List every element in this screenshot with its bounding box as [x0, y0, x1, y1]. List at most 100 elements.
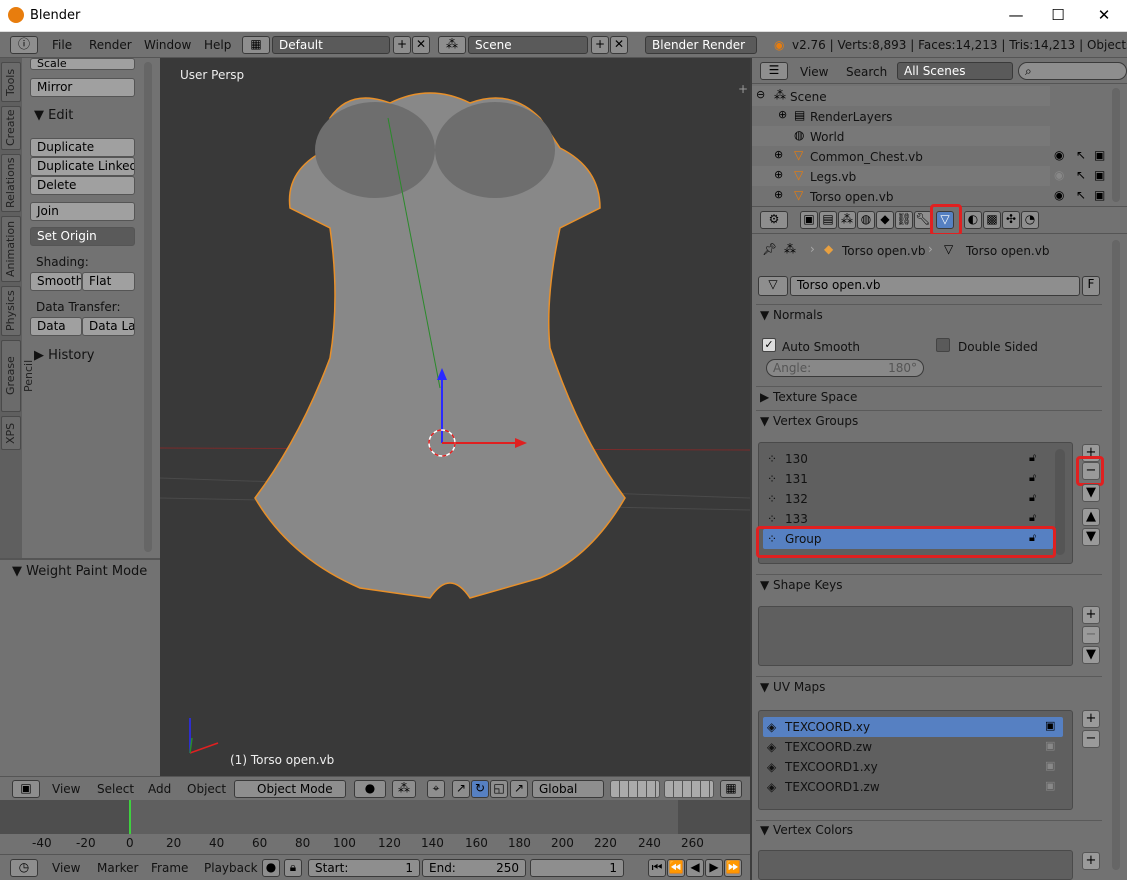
- end-frame-field[interactable]: End: 250: [422, 859, 526, 877]
- add-scene-icon[interactable]: +: [591, 36, 609, 54]
- vertex-group-row[interactable]: ⁘ 130: [763, 449, 1053, 469]
- visibility-eye-icon[interactable]: ◉: [1054, 148, 1064, 162]
- tab-relations[interactable]: Relations: [1, 154, 21, 212]
- current-frame-field[interactable]: 1: [530, 859, 624, 877]
- render-camera-icon[interactable]: ▣: [1045, 719, 1055, 732]
- remove-scene-icon[interactable]: ✕: [610, 36, 628, 54]
- lock-icon[interactable]: 🔓︎: [1029, 491, 1036, 505]
- history-panel-title[interactable]: ▶ History: [34, 348, 94, 363]
- expand-icon[interactable]: ⊕: [774, 188, 783, 201]
- angle-field[interactable]: Angle: 180°: [766, 359, 924, 377]
- flat-button[interactable]: Flat: [82, 272, 135, 291]
- display-mode-select[interactable]: All Scenes: [897, 62, 1013, 80]
- material-tab-icon[interactable]: ◐: [964, 211, 982, 229]
- menu-help[interactable]: Help: [204, 38, 231, 52]
- scene-icon[interactable]: ⁂: [438, 36, 466, 54]
- tl-menu-view[interactable]: View: [52, 861, 80, 875]
- maximize-button[interactable]: ☐: [1035, 0, 1081, 31]
- add-layout-icon[interactable]: +: [393, 36, 411, 54]
- duplicate-linked-button[interactable]: Duplicate Linked: [30, 157, 135, 176]
- render-camera-icon[interactable]: ▣: [1045, 759, 1055, 772]
- add-vertex-color-button[interactable]: +: [1082, 852, 1100, 870]
- editor-type-timeline-icon[interactable]: ◷: [10, 859, 38, 877]
- editor-type-properties-icon[interactable]: ⚙: [760, 211, 788, 229]
- render-tab-icon[interactable]: ▣: [800, 211, 818, 229]
- join-button[interactable]: Join: [30, 202, 135, 221]
- tab-physics[interactable]: Physics: [1, 286, 21, 336]
- add-shape-key-button[interactable]: +: [1082, 606, 1100, 624]
- scene-field[interactable]: Scene: [468, 36, 588, 54]
- orientation-select[interactable]: Global: [532, 780, 604, 798]
- move-up-icon[interactable]: ▲: [1082, 508, 1100, 526]
- texture-tab-icon[interactable]: ▩: [983, 211, 1001, 229]
- edit-panel-title[interactable]: ▼ Edit: [34, 108, 73, 123]
- duplicate-button[interactable]: Duplicate: [30, 138, 135, 157]
- pivot-icon[interactable]: ⁂: [392, 780, 416, 798]
- outliner-menu-view[interactable]: View: [800, 65, 828, 79]
- world-tab-icon[interactable]: ◍: [857, 211, 875, 229]
- scale-icon[interactable]: ◱: [490, 780, 508, 798]
- mirror-button[interactable]: Mirror: [30, 78, 135, 97]
- visibility-eye-icon[interactable]: ◉: [1054, 188, 1064, 202]
- lock-icon[interactable]: 🔓︎: [1029, 471, 1036, 485]
- timeline[interactable]: -40 -20 0 20 40 60 80 100 120 140 160 18…: [0, 800, 750, 854]
- tab-create[interactable]: Create: [1, 106, 21, 150]
- jump-start-icon[interactable]: ⏮: [648, 859, 666, 877]
- outliner-row-scene[interactable]: ⊖ ⁂ Scene: [752, 86, 1050, 106]
- minimize-button[interactable]: —: [993, 0, 1039, 31]
- menu-file[interactable]: File: [52, 38, 72, 52]
- shape-key-specials-icon[interactable]: ▼: [1082, 646, 1100, 664]
- data-transfer-button[interactable]: Data: [30, 317, 82, 336]
- rotate-icon[interactable]: ↻: [471, 780, 489, 798]
- remove-shape-key-button[interactable]: −: [1082, 626, 1100, 644]
- outliner-search-input[interactable]: ⌕: [1018, 62, 1127, 80]
- start-frame-field[interactable]: Start: 1: [308, 859, 420, 877]
- vertex-colors-panel-title[interactable]: ▼ Vertex Colors: [760, 823, 853, 837]
- layout-field[interactable]: Default: [272, 36, 390, 54]
- shading-mode-icon[interactable]: ●: [354, 780, 386, 798]
- vp-menu-select[interactable]: Select: [97, 782, 134, 796]
- uv-map-row[interactable]: ◈ TEXCOORD1.zw: [763, 777, 1063, 797]
- outliner-row-renderlayers[interactable]: ⊕ ▤ RenderLayers: [752, 106, 1050, 126]
- selectable-cursor-icon[interactable]: ↖: [1076, 188, 1086, 202]
- vertex-groups-panel-title[interactable]: ▼ Vertex Groups: [760, 414, 858, 428]
- shape-keys-list[interactable]: [758, 606, 1073, 666]
- render-camera-icon[interactable]: ▣: [1045, 739, 1055, 752]
- keying-lock-icon[interactable]: 🔒︎: [284, 859, 302, 877]
- uv-maps-panel-title[interactable]: ▼ UV Maps: [760, 680, 825, 694]
- visibility-eye-icon[interactable]: ◉: [1054, 168, 1064, 182]
- vertex-groups-scrollbar[interactable]: [1055, 449, 1065, 555]
- menu-render[interactable]: Render: [89, 38, 132, 52]
- translate-icon[interactable]: ↗: [452, 780, 470, 798]
- layer-lock-icon[interactable]: ▦: [720, 780, 742, 798]
- mesh-name-input[interactable]: Torso open.vb: [790, 276, 1080, 296]
- vertex-group-specials-icon[interactable]: ▼: [1082, 484, 1100, 502]
- object-tab-icon[interactable]: ◆: [876, 211, 894, 229]
- tab-xps[interactable]: XPS: [1, 416, 21, 450]
- expand-icon[interactable]: ⊕: [774, 168, 783, 181]
- tool-shelf-scrollbar[interactable]: [144, 62, 152, 552]
- outliner-scrollbar[interactable]: [1112, 88, 1120, 202]
- lock-icon[interactable]: 🔓︎: [1029, 451, 1036, 465]
- delete-button[interactable]: Delete: [30, 176, 135, 195]
- weight-paint-panel-title[interactable]: ▼ Weight Paint Mode: [12, 564, 147, 579]
- outliner-row-legs[interactable]: ⊕ ▽ Legs.vb: [752, 166, 1050, 186]
- 3d-viewport[interactable]: User Persp + (1) Torso open.vb: [160, 58, 750, 776]
- render-layers-tab-icon[interactable]: ▤: [819, 211, 837, 229]
- tl-menu-playback[interactable]: Playback: [204, 861, 258, 875]
- transform-orientation-icon[interactable]: ↗: [510, 780, 528, 798]
- remove-uv-map-button[interactable]: −: [1082, 730, 1100, 748]
- vertex-group-row[interactable]: ⁘ 131: [763, 469, 1053, 489]
- vp-menu-object[interactable]: Object: [187, 782, 226, 796]
- add-uv-map-button[interactable]: +: [1082, 710, 1100, 728]
- vertex-colors-list[interactable]: [758, 850, 1073, 880]
- move-down-icon[interactable]: ▼: [1082, 528, 1100, 546]
- uv-map-row-selected[interactable]: ◈ TEXCOORD.xy: [763, 717, 1063, 737]
- screen-layout-icon[interactable]: ▦: [242, 36, 270, 54]
- next-key-icon[interactable]: ⏩: [724, 859, 742, 877]
- expand-icon[interactable]: ⊕: [774, 148, 783, 161]
- selectable-cursor-icon[interactable]: ↖: [1076, 168, 1086, 182]
- uv-map-row[interactable]: ◈ TEXCOORD.zw: [763, 737, 1063, 757]
- uv-map-row[interactable]: ◈ TEXCOORD1.xy: [763, 757, 1063, 777]
- outliner-menu-search[interactable]: Search: [846, 65, 887, 79]
